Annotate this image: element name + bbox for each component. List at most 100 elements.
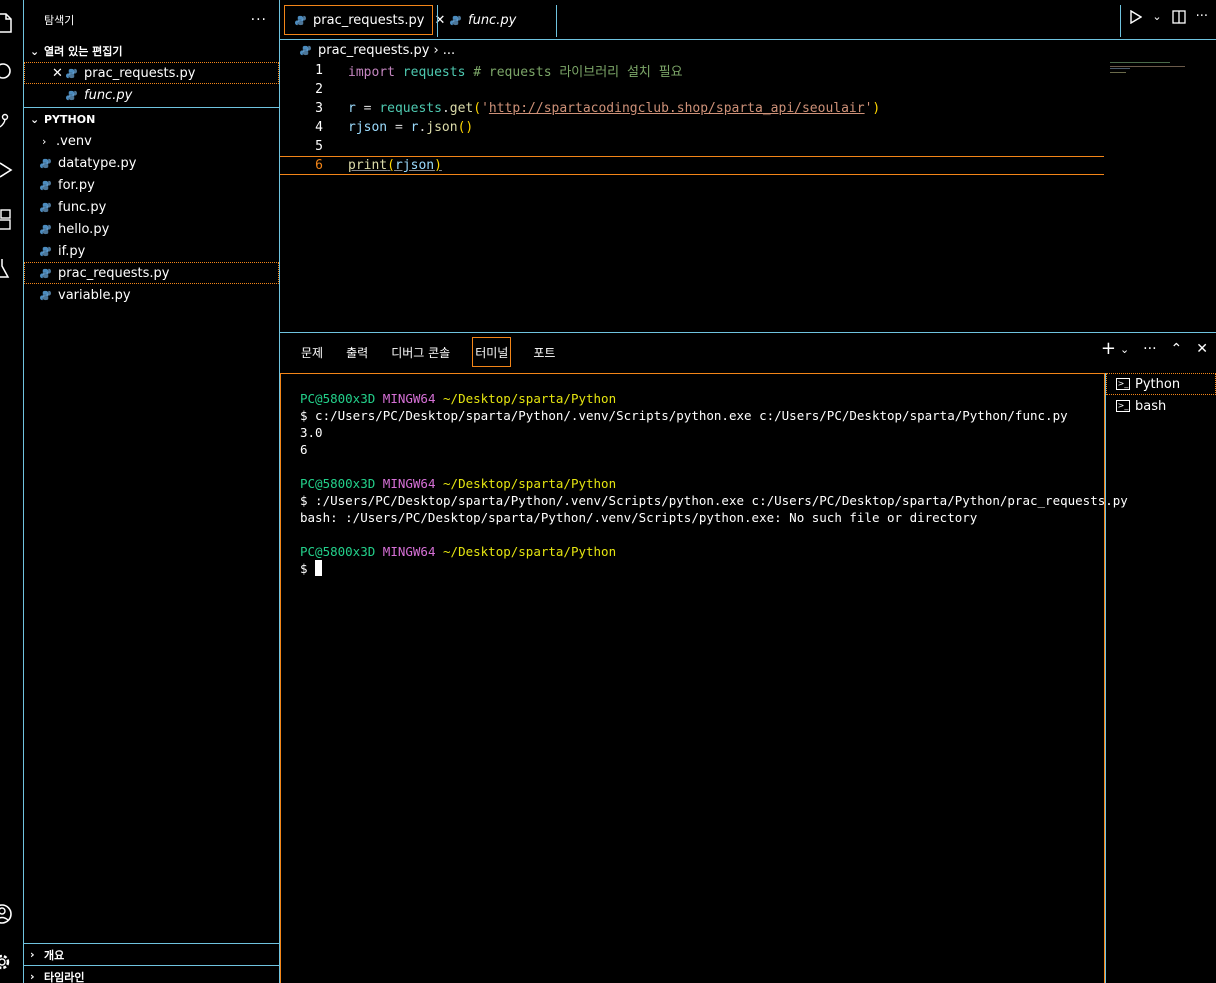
code-text: print(rjson) — [348, 158, 442, 173]
chevron-right-icon: › — [42, 134, 47, 148]
file-item[interactable]: func.py — [24, 196, 279, 218]
terminal-error: bash: :/Users/PC/Desktop/sparta/Python/.… — [300, 510, 978, 525]
run-icon[interactable] — [1130, 9, 1143, 24]
tab-prac-requests[interactable]: prac_requests.py ✕ — [284, 5, 445, 35]
panel-tabs: 문제 출력 디버그 콘솔 터미널 포트 — [300, 337, 556, 367]
open-editor-label: prac_requests.py — [84, 65, 196, 81]
run-debug-icon[interactable] — [0, 157, 24, 183]
editor-actions: ⌄ ··· — [1130, 9, 1208, 24]
python-file-icon — [40, 290, 51, 300]
editor-tab-bar: prac_requests.py ✕ func.py ⌄ ··· — [280, 0, 1216, 40]
source-control-icon[interactable] — [0, 108, 24, 134]
close-panel-icon[interactable]: ✕ — [1196, 341, 1208, 357]
open-editor-item[interactable]: ✕ prac_requests.py — [24, 62, 279, 84]
code-line: 2 — [280, 80, 1104, 99]
chevron-right-icon: › — [30, 970, 35, 983]
tab-debug-console[interactable]: 디버그 콘솔 — [390, 337, 451, 367]
explorer-icon[interactable] — [0, 10, 24, 36]
file-item[interactable]: hello.py — [24, 218, 279, 240]
tab-output[interactable]: 출력 — [345, 337, 369, 367]
file-item[interactable]: if.py — [24, 240, 279, 262]
terminal-view[interactable]: PC@5800x3D MINGW64 ~/Desktop/sparta/Pyth… — [280, 373, 1128, 983]
open-editors-title: 열려 있는 편집기 — [44, 45, 123, 58]
tab-separator — [556, 5, 557, 37]
folder-label: .venv — [56, 133, 92, 149]
python-file-icon — [40, 158, 51, 168]
file-label: if.py — [58, 243, 86, 259]
terminal-icon: >_ — [1116, 378, 1130, 390]
account-icon[interactable] — [0, 901, 24, 927]
outline-section-header[interactable]: › 개요 — [24, 943, 279, 965]
terminal-item-python[interactable]: >_ Python — [1106, 373, 1216, 395]
terminal-prompt-line: PC@5800x3D MINGW64 ~/Desktop/sparta/Pyth… — [300, 391, 617, 406]
chevron-down-icon[interactable]: ⌄ — [1152, 10, 1161, 23]
file-label: prac_requests.py — [58, 265, 170, 281]
code-text: r = requests.get('http://spartacodingclu… — [348, 101, 881, 116]
open-editor-label: func.py — [84, 87, 133, 103]
timeline-section-header[interactable]: › 타임라인 — [24, 965, 279, 983]
chevron-right-icon: › — [30, 948, 35, 961]
outline-title: 개요 — [44, 948, 65, 962]
panel-actions: + ⌄ ··· ⌃ ✕ — [1101, 340, 1208, 358]
more-actions-icon[interactable]: ··· — [1196, 9, 1208, 24]
file-label: variable.py — [58, 287, 131, 303]
code-text: rjson = r.json() — [348, 120, 474, 135]
open-editor-item[interactable]: ✕ func.py — [24, 84, 279, 106]
tab-separator — [437, 5, 438, 37]
breadcrumb-file[interactable]: prac_requests.py — [318, 43, 429, 58]
python-file-icon — [66, 90, 77, 100]
file-item-selected[interactable]: prac_requests.py — [24, 262, 279, 284]
file-label: hello.py — [58, 221, 110, 237]
python-file-icon — [40, 224, 51, 234]
split-editor-icon[interactable] — [1171, 9, 1186, 24]
terminal-output: 3.0 — [300, 425, 323, 440]
chevron-down-icon[interactable]: ⌄ — [1120, 343, 1129, 356]
python-file-icon — [300, 45, 311, 55]
tab-terminal[interactable]: 터미널 — [472, 337, 512, 367]
tab-ports[interactable]: 포트 — [532, 337, 556, 367]
activity-bar — [0, 0, 24, 983]
maximize-panel-icon[interactable]: ⌃ — [1171, 341, 1183, 357]
python-file-icon — [40, 246, 51, 256]
terminal-input-line[interactable]: $ — [300, 560, 1104, 577]
search-icon[interactable] — [0, 59, 24, 85]
terminal-command: $ :/Users/PC/Desktop/sparta/Python/.venv… — [300, 493, 1128, 508]
terminal-cursor — [315, 560, 323, 576]
terminal-item-bash[interactable]: >_ bash — [1106, 395, 1216, 417]
file-item[interactable]: datatype.py — [24, 152, 279, 174]
minimap[interactable] — [1110, 60, 1210, 120]
folder-header[interactable]: ⌄ PYTHON — [24, 108, 279, 130]
testing-icon[interactable] — [0, 255, 24, 281]
tab-func[interactable]: func.py — [440, 5, 555, 35]
code-editor[interactable]: 1 import requests # requests 라이브러리 설치 필요… — [280, 60, 1110, 320]
tab-label: func.py — [468, 12, 517, 28]
settings-gear-icon[interactable] — [0, 949, 24, 975]
close-icon[interactable]: ✕ — [52, 66, 66, 81]
new-terminal-icon[interactable]: + — [1101, 340, 1116, 358]
code-text: import requests # requests 라이브러리 설치 필요 — [348, 65, 683, 80]
terminal-prompt-line: PC@5800x3D MINGW64 ~/Desktop/sparta/Pyth… — [300, 476, 617, 491]
line-number: 5 — [315, 139, 323, 154]
code-line: 5 — [280, 137, 1104, 156]
file-item[interactable]: variable.py — [24, 284, 279, 306]
code-line-current: 6 print(rjson) — [280, 156, 1104, 175]
code-line: 3 r = requests.get('http://spartacodingc… — [280, 99, 1104, 118]
bottom-panel: 문제 출력 디버그 콘솔 터미널 포트 + ⌄ ··· ⌃ ✕ PC@5800x… — [280, 332, 1216, 983]
explorer-sidebar: 탐색기 ··· ⌄ 열려 있는 편집기 ✕ prac_requests.py ✕… — [24, 0, 280, 983]
open-editors-header[interactable]: ⌄ 열려 있는 편집기 — [24, 40, 279, 62]
sidebar-header: 탐색기 ··· — [24, 0, 279, 40]
more-actions-icon[interactable]: ··· — [251, 12, 267, 28]
tab-label: prac_requests.py — [313, 12, 425, 28]
breadcrumb-rest[interactable]: ... — [443, 43, 455, 58]
sidebar-title: 탐색기 — [44, 14, 75, 27]
file-item[interactable]: for.py — [24, 174, 279, 196]
folder-item-venv[interactable]: › .venv — [24, 130, 279, 152]
terminal-list: >_ Python >_ bash — [1105, 373, 1216, 983]
folder-title: PYTHON — [44, 112, 96, 126]
chevron-down-icon: ⌄ — [30, 112, 40, 126]
python-file-icon — [295, 15, 306, 25]
more-actions-icon[interactable]: ··· — [1143, 341, 1156, 357]
terminal-command: $ c:/Users/PC/Desktop/sparta/Python/.ven… — [300, 408, 1068, 423]
extensions-icon[interactable] — [0, 206, 24, 232]
tab-problems[interactable]: 문제 — [300, 337, 324, 367]
